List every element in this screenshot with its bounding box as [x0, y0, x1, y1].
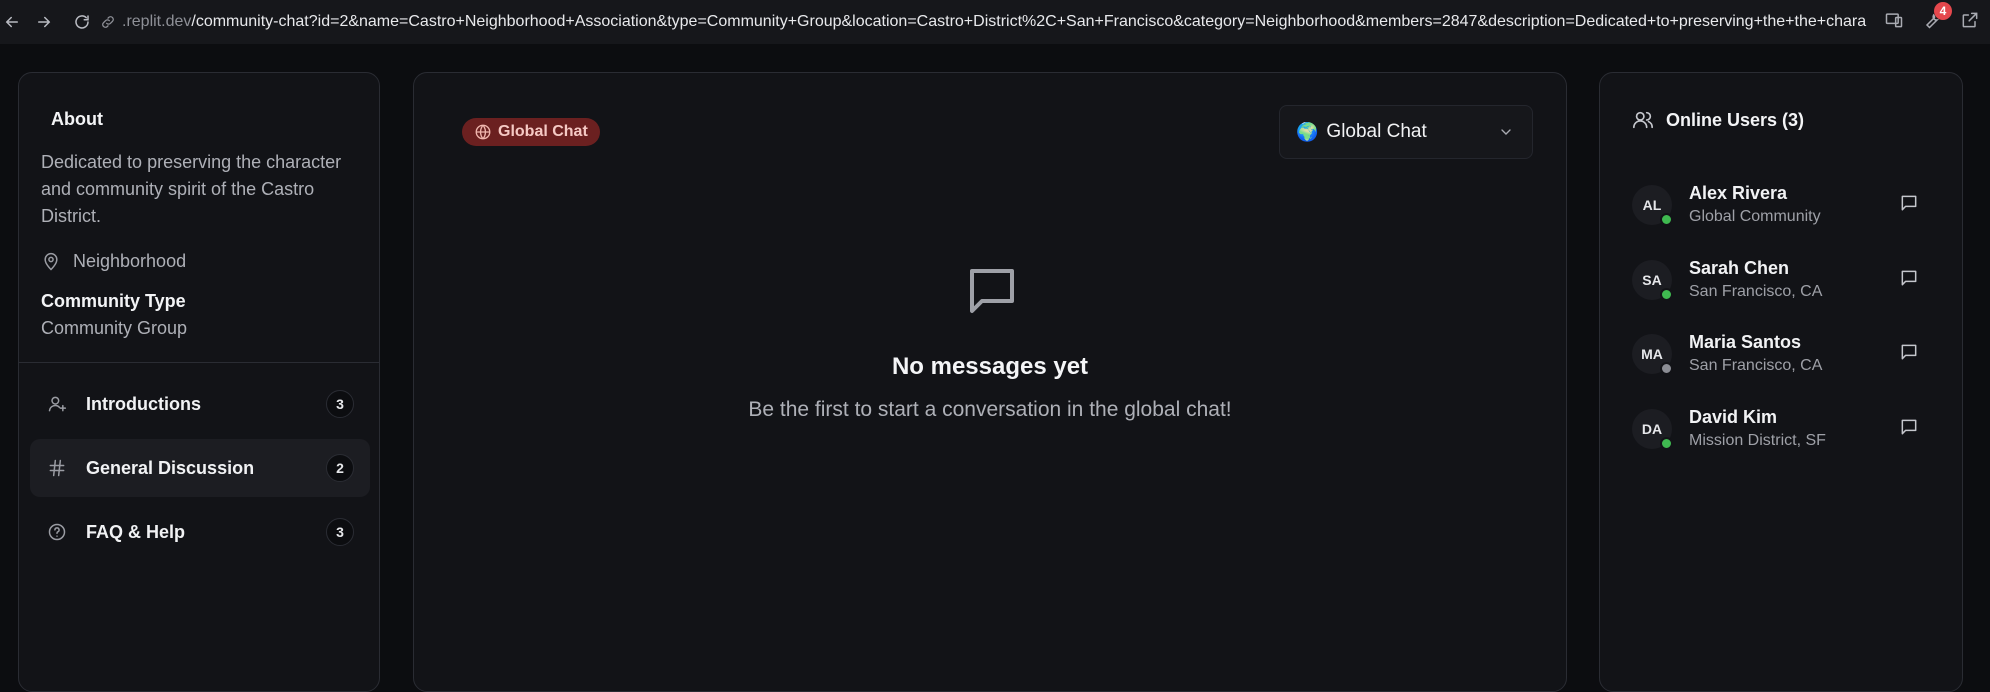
chevron-down-icon	[1501, 129, 1511, 135]
reload-icon[interactable]	[70, 10, 94, 34]
chat-selector-label: Global Chat	[1326, 121, 1427, 142]
help-circle-icon	[46, 521, 68, 543]
channel-label: General Discussion	[86, 457, 255, 478]
globe-emoji-icon: 🌍	[1296, 121, 1319, 142]
category-label: Neighborhood	[73, 251, 187, 271]
empty-state-subtitle: Be the first to start a conversation in …	[748, 398, 1232, 421]
open-external-icon[interactable]	[1960, 10, 1982, 32]
message-user-icon[interactable]	[1899, 268, 1921, 290]
user-location: San Francisco, CA	[1689, 357, 1823, 374]
forward-arrow-icon[interactable]	[32, 10, 56, 34]
online-users-panel: Online Users (3) AL Alex Rivera Global C…	[1599, 72, 1963, 692]
online-user-row[interactable]: DA David Kim Mission District, SF	[1632, 403, 1942, 463]
chat-selector[interactable]: 🌍 Global Chat	[1279, 105, 1533, 159]
channel-faq-help[interactable]: FAQ & Help 3	[30, 503, 370, 561]
community-sidebar: About Dedicated to preserving the charac…	[18, 72, 380, 692]
community-type-label: Community Type	[41, 291, 186, 311]
channel-label: Introductions	[86, 393, 201, 414]
online-users-header: Online Users (3)	[1632, 109, 1804, 131]
address-bar[interactable]: .replit.dev/community-chat?id=2&name=Cas…	[100, 7, 1884, 37]
channel-label: FAQ & Help	[86, 521, 186, 542]
status-dot	[1660, 437, 1673, 450]
back-arrow-icon[interactable]	[0, 10, 24, 34]
user-location: San Francisco, CA	[1689, 283, 1823, 300]
online-user-row[interactable]: MA Maria Santos San Francisco, CA	[1632, 328, 1942, 388]
online-user-row[interactable]: SA Sarah Chen San Francisco, CA	[1632, 254, 1942, 314]
status-dot	[1660, 288, 1673, 301]
user-location: Mission District, SF	[1689, 432, 1826, 449]
channel-introductions[interactable]: Introductions 3	[30, 375, 370, 433]
hash-icon	[46, 457, 68, 479]
tools-icon[interactable]: 4	[1922, 2, 1952, 32]
user-location: Global Community	[1689, 208, 1821, 225]
online-user-row[interactable]: AL Alex Rivera Global Community	[1632, 179, 1942, 239]
browser-toolbar: .replit.dev/community-chat?id=2&name=Cas…	[0, 0, 1990, 44]
url-path: /community-chat?id=2&name=Castro+Neighbo…	[191, 13, 1867, 30]
chat-panel: Global Chat 🌍 Global Chat No messages ye…	[413, 72, 1567, 692]
message-square-icon	[970, 269, 1014, 313]
channel-general-discussion[interactable]: General Discussion 2	[30, 439, 370, 497]
user-name: Maria Santos	[1689, 332, 1802, 352]
community-type-value: Community Group	[41, 318, 188, 338]
category-row: Neighborhood	[41, 251, 186, 272]
channel-count-badge: 3	[326, 518, 354, 546]
user-name: David Kim	[1689, 407, 1778, 427]
notification-badge: 4	[1934, 2, 1952, 20]
badge-label: Global Chat	[498, 123, 588, 140]
message-user-icon[interactable]	[1899, 193, 1921, 215]
online-users-title: Online Users (3)	[1666, 109, 1805, 130]
about-heading: About	[51, 109, 103, 129]
divider	[19, 362, 379, 363]
user-name: Sarah Chen	[1689, 258, 1790, 278]
global-chat-badge: Global Chat	[462, 118, 600, 146]
message-user-icon[interactable]	[1899, 417, 1921, 439]
status-dot	[1660, 213, 1673, 226]
status-dot	[1660, 362, 1673, 375]
user-name: Alex Rivera	[1689, 183, 1788, 203]
devices-icon[interactable]	[1884, 10, 1906, 32]
message-user-icon[interactable]	[1899, 342, 1921, 364]
channel-count-badge: 2	[326, 454, 354, 482]
channel-count-badge: 3	[326, 390, 354, 418]
map-pin-icon	[44, 252, 58, 271]
user-plus-icon	[46, 393, 68, 415]
url-host: .replit.dev	[122, 13, 192, 30]
site-info-icon[interactable]	[100, 14, 116, 30]
empty-state-title: No messages yet	[891, 353, 1089, 380]
users-icon	[1633, 111, 1653, 129]
globe-icon	[475, 124, 491, 140]
community-description: Dedicated to preserving the character an…	[41, 152, 342, 226]
